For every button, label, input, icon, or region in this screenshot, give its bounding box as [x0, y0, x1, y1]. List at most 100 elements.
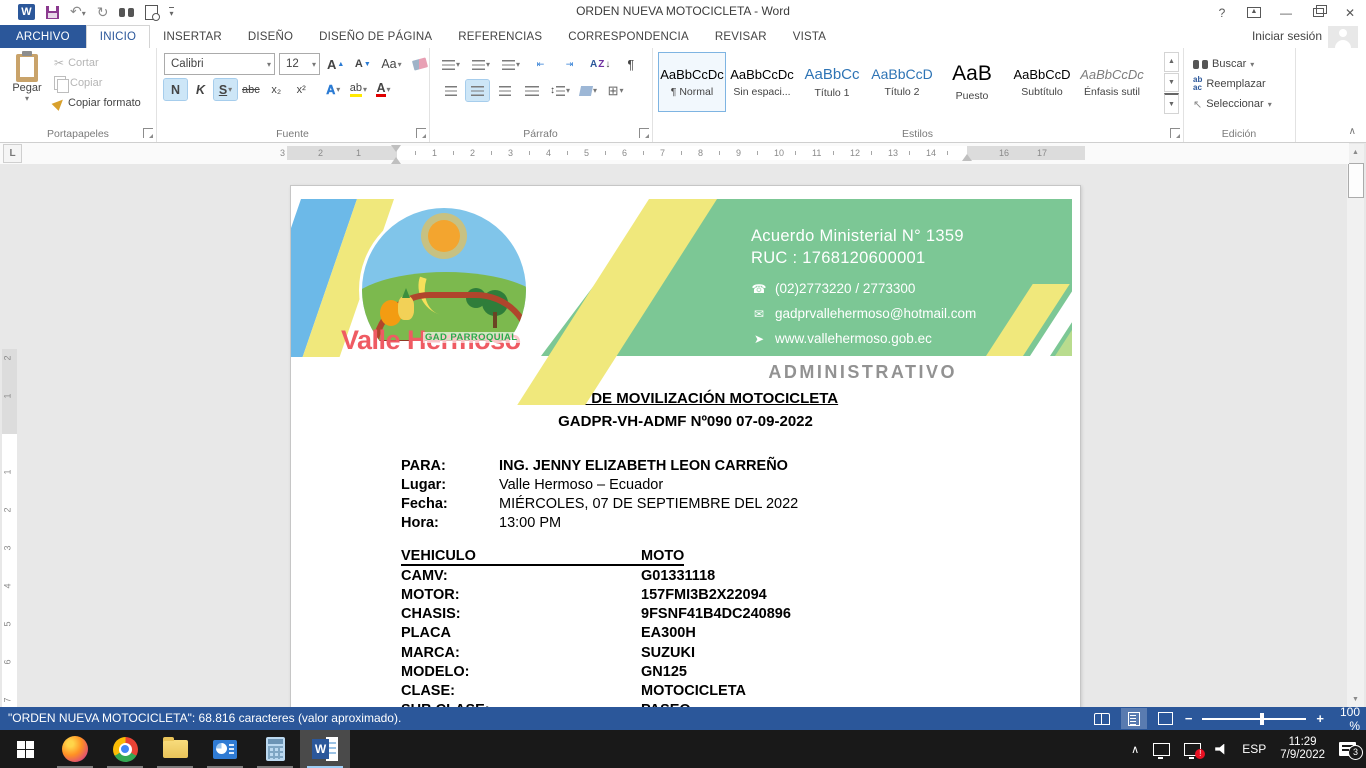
style-puesto[interactable]: AaBPuesto — [938, 52, 1006, 112]
grow-font-button[interactable]: A▲ — [324, 54, 347, 75]
collapse-ribbon-button[interactable]: ∧ — [1349, 126, 1356, 137]
increase-indent-button[interactable]: ⇥ — [558, 54, 581, 75]
style-sin-espaciado[interactable]: AaBbCcDcSin espaci... — [728, 52, 796, 112]
document-page[interactable]: Acuerdo Ministerial N° 1359 RUC : 176812… — [290, 185, 1081, 715]
find-button[interactable]: Buscar▾ — [1191, 54, 1274, 74]
start-button[interactable] — [0, 730, 50, 768]
ribbon-display-button[interactable]: ▲ — [1238, 0, 1270, 25]
minimize-button[interactable]: — — [1270, 0, 1302, 25]
style-enfasis-sutil[interactable]: AaBbCcDcÉnfasis sutil — [1078, 52, 1146, 112]
zoom-slider[interactable] — [1202, 718, 1306, 720]
right-indent-marker[interactable] — [962, 149, 972, 161]
tab-correspondencia[interactable]: CORRESPONDENCIA — [555, 25, 702, 48]
decrease-indent-button[interactable]: ⇤ — [529, 54, 552, 75]
scroll-thumb[interactable] — [1348, 163, 1364, 198]
line-spacing-button[interactable]: ↕▾ — [547, 80, 573, 101]
style-titulo-2[interactable]: AaBbCcDTítulo 2 — [868, 52, 936, 112]
taskbar-firefox[interactable] — [50, 730, 100, 768]
copy-button[interactable]: Copiar — [52, 73, 143, 93]
read-mode-button[interactable] — [1089, 708, 1115, 729]
taskbar-word[interactable]: W — [300, 730, 350, 768]
cut-button[interactable]: ✂Cortar — [52, 53, 143, 73]
zoom-slider-thumb[interactable] — [1260, 713, 1264, 725]
tab-insertar[interactable]: INSERTAR — [150, 25, 235, 48]
scroll-up-arrow[interactable]: ▲ — [1347, 144, 1364, 160]
text-effects-button[interactable]: A▾ — [322, 79, 345, 100]
bold-button[interactable]: N — [164, 79, 187, 100]
styles-scroll-up[interactable]: ▲ — [1164, 52, 1179, 72]
styles-scroll-down[interactable]: ▼ — [1164, 73, 1179, 93]
italic-button[interactable]: K — [189, 79, 212, 100]
ruler-number: 13 — [888, 148, 898, 158]
styles-more-button[interactable]: ▼ — [1164, 93, 1179, 114]
align-center-button[interactable] — [466, 80, 489, 101]
tab-revisar[interactable]: REVISAR — [702, 25, 780, 48]
language-indicator[interactable]: ESP — [1242, 742, 1266, 756]
paste-dropdown-icon[interactable]: ▾ — [25, 94, 29, 103]
web-layout-button[interactable] — [1153, 708, 1179, 729]
close-button[interactable]: ✕ — [1334, 0, 1366, 25]
taskbar-chrome[interactable] — [100, 730, 150, 768]
tray-chevron-icon[interactable]: ∧ — [1131, 743, 1139, 756]
show-marks-button[interactable]: ¶ — [619, 54, 642, 75]
estilos-dialog-launcher[interactable] — [1170, 128, 1180, 138]
justify-button[interactable] — [520, 80, 543, 101]
clock[interactable]: 11:297/9/2022 — [1280, 736, 1325, 762]
hanging-indent-marker[interactable] — [391, 152, 401, 164]
replace-button[interactable]: abacReemplazar — [1191, 74, 1274, 94]
tab-diseno[interactable]: DISEÑO — [235, 25, 306, 48]
borders-button[interactable]: ⊞▾ — [604, 80, 627, 101]
sign-in-link[interactable]: Iniciar sesión — [1252, 29, 1322, 43]
numbering-button[interactable]: ▾ — [469, 54, 493, 75]
notification-icon[interactable]: 3 — [1339, 742, 1356, 756]
shrink-font-button[interactable]: A▼ — [351, 54, 374, 75]
paste-button[interactable]: Pegar ▾ — [4, 51, 50, 125]
vertical-scrollbar[interactable]: ▲ ▼ — [1347, 144, 1364, 707]
zoom-level[interactable]: 100 % — [1330, 705, 1360, 733]
network-icon[interactable] — [1153, 743, 1170, 756]
horizontal-ruler[interactable]: 32112345678910111213141617 — [287, 146, 1085, 160]
avatar[interactable] — [1328, 26, 1358, 48]
help-button[interactable]: ? — [1206, 0, 1238, 25]
font-size-combobox[interactable]: 12▾ — [279, 53, 320, 75]
multilevel-list-button[interactable]: ▾ — [499, 54, 523, 75]
change-case-button[interactable]: Aa▾ — [378, 54, 404, 75]
highlight-button[interactable]: ab▾ — [347, 79, 370, 100]
portapapeles-dialog-launcher[interactable] — [143, 128, 153, 138]
shading-button[interactable]: ▾ — [577, 80, 600, 101]
style-normal[interactable]: AaBbCcDc¶ Normal — [658, 52, 726, 112]
tab-inicio[interactable]: INICIO — [86, 25, 150, 48]
taskbar-calculator[interactable] — [250, 730, 300, 768]
tab-diseno-de-pagina[interactable]: DISEÑO DE PÁGINA — [306, 25, 445, 48]
superscript-button[interactable]: x² — [290, 79, 313, 100]
speaker-icon[interactable] — [1215, 744, 1228, 755]
tab-archivo[interactable]: ARCHIVO — [0, 25, 86, 48]
underline-button[interactable]: S▾ — [214, 79, 237, 100]
tab-selector[interactable]: L — [3, 144, 22, 163]
align-left-button[interactable] — [439, 80, 462, 101]
style-titulo-1[interactable]: AaBbCcTítulo 1 — [798, 52, 866, 112]
align-right-button[interactable] — [493, 80, 516, 101]
vertical-ruler[interactable]: 211234567891011 — [2, 349, 17, 768]
tab-vista[interactable]: VISTA — [780, 25, 839, 48]
print-layout-button[interactable] — [1121, 708, 1147, 729]
bullets-button[interactable]: ▾ — [439, 54, 463, 75]
alert-icon[interactable]: ! — [1184, 743, 1201, 756]
parrafo-dialog-launcher[interactable] — [639, 128, 649, 138]
restore-button[interactable] — [1302, 0, 1334, 25]
fuente-dialog-launcher[interactable] — [416, 128, 426, 138]
select-button[interactable]: ↖Seleccionar▾ — [1191, 94, 1274, 114]
style-subtitulo[interactable]: AaBbCcDSubtítulo — [1008, 52, 1076, 112]
format-painter-button[interactable]: Copiar formato — [52, 93, 143, 113]
zoom-out-button[interactable]: − — [1185, 711, 1193, 726]
tab-referencias[interactable]: REFERENCIAS — [445, 25, 555, 48]
strikethrough-button[interactable]: abc — [239, 79, 263, 100]
document-area: Acuerdo Ministerial N° 1359 RUC : 176812… — [0, 164, 1366, 707]
font-color-button[interactable]: A▾ — [372, 79, 395, 100]
font-name-combobox[interactable]: Calibri▾ — [164, 53, 275, 75]
subscript-button[interactable]: x₂ — [265, 79, 288, 100]
zoom-in-button[interactable]: + — [1316, 711, 1324, 726]
sort-button[interactable]: AZ↓ — [587, 54, 613, 75]
taskbar-blue-app[interactable] — [200, 730, 250, 768]
taskbar-file-explorer[interactable] — [150, 730, 200, 768]
